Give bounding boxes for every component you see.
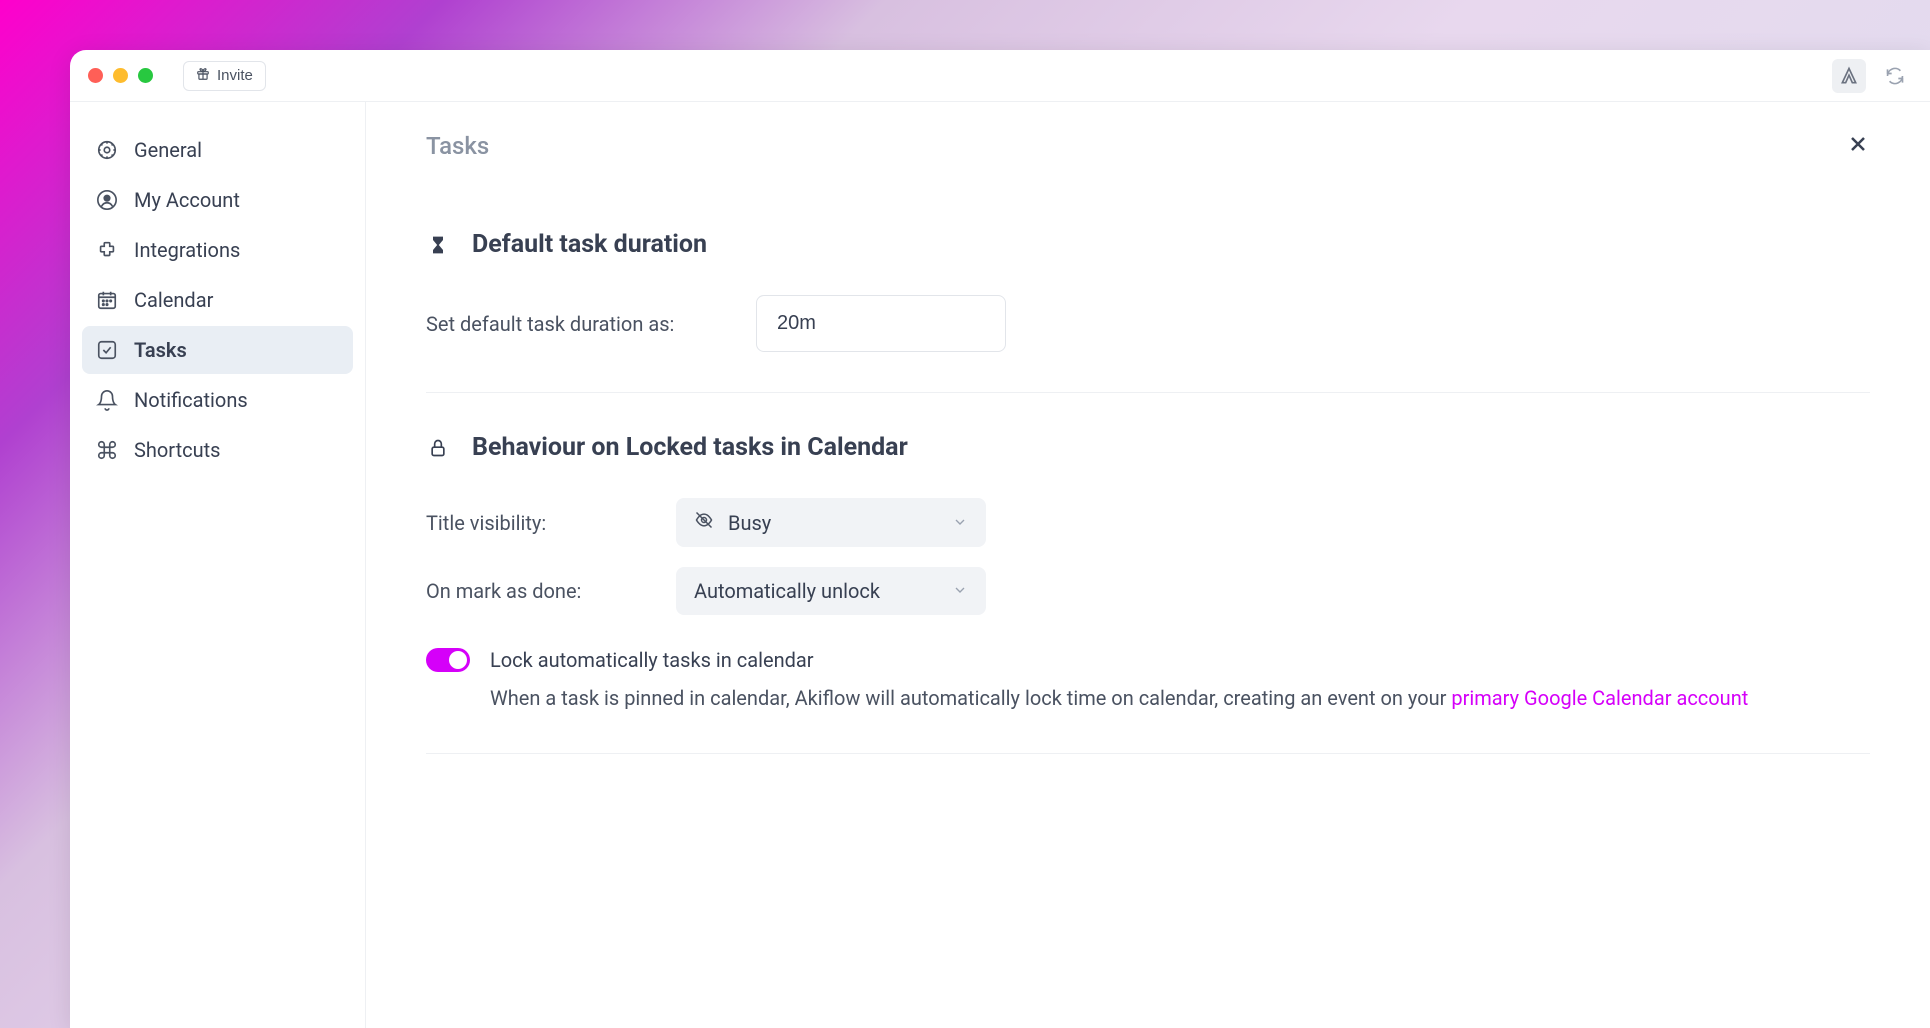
auto-lock-toggle[interactable]: [426, 648, 470, 672]
calendar-icon: [96, 289, 118, 311]
title-visibility-select[interactable]: Busy: [676, 498, 986, 547]
bell-icon: [96, 389, 118, 411]
user-circle-icon: [96, 189, 118, 211]
sidebar-item-label: My Account: [134, 188, 240, 212]
chevron-down-icon: [952, 511, 968, 535]
toggle-description: When a task is pinned in calendar, Akifl…: [490, 683, 1748, 713]
window-fullscreen-button[interactable]: [138, 68, 153, 83]
chevron-down-icon: [952, 579, 968, 603]
sidebar-item-label: Shortcuts: [134, 438, 220, 462]
app-logo-button[interactable]: [1832, 59, 1866, 93]
sidebar-item-label: Calendar: [134, 288, 213, 312]
primary-calendar-link[interactable]: primary Google Calendar account: [1451, 686, 1748, 710]
app-window: Invite General My Account: [70, 50, 1930, 1028]
page-title: Tasks: [426, 132, 489, 160]
gear-icon: [96, 139, 118, 161]
traffic-lights: [88, 68, 153, 83]
puzzle-icon: [96, 239, 118, 261]
checkbox-icon: [96, 339, 118, 361]
on-done-select[interactable]: Automatically unlock: [676, 567, 986, 615]
section-title-duration: Default task duration: [426, 230, 1870, 259]
sidebar-item-general[interactable]: General: [82, 126, 353, 174]
sidebar-item-integrations[interactable]: Integrations: [82, 226, 353, 274]
body: General My Account Integrations Calendar: [70, 102, 1930, 1028]
sidebar-item-shortcuts[interactable]: Shortcuts: [82, 426, 353, 474]
section-title-locked: Behaviour on Locked tasks in Calendar: [426, 433, 1870, 462]
titlebar-right: [1832, 59, 1912, 93]
title-visibility-row: Title visibility: Busy: [426, 498, 1870, 547]
window-minimize-button[interactable]: [113, 68, 128, 83]
invite-button[interactable]: Invite: [183, 61, 266, 91]
main-header: Tasks: [426, 132, 1870, 160]
sidebar-item-label: General: [134, 138, 202, 162]
main-content: Tasks Default task duration Set default …: [366, 102, 1930, 1028]
sidebar: General My Account Integrations Calendar: [70, 102, 366, 1028]
titlebar: Invite: [70, 50, 1930, 102]
toggle-title: Lock automatically tasks in calendar: [490, 645, 1748, 675]
sync-button[interactable]: [1878, 59, 1912, 93]
divider: [426, 392, 1870, 393]
title-visibility-value: Busy: [728, 511, 771, 535]
divider: [426, 753, 1870, 754]
toggle-desc-text: When a task is pinned in calendar, Akifl…: [490, 686, 1451, 710]
sidebar-item-notifications[interactable]: Notifications: [82, 376, 353, 424]
sidebar-item-label: Tasks: [134, 338, 187, 362]
hourglass-icon: [426, 233, 450, 257]
command-icon: [96, 439, 118, 461]
eye-off-icon: [694, 510, 714, 535]
duration-row: Set default task duration as:: [426, 295, 1870, 352]
sidebar-item-label: Integrations: [134, 238, 240, 262]
section-title-label: Default task duration: [472, 230, 707, 259]
invite-label: Invite: [217, 67, 253, 84]
duration-input[interactable]: [756, 295, 1006, 352]
sidebar-item-my-account[interactable]: My Account: [82, 176, 353, 224]
duration-label: Set default task duration as:: [426, 312, 756, 336]
lock-icon: [426, 436, 450, 460]
sidebar-item-tasks[interactable]: Tasks: [82, 326, 353, 374]
title-visibility-label: Title visibility:: [426, 511, 676, 535]
sidebar-item-calendar[interactable]: Calendar: [82, 276, 353, 324]
window-close-button[interactable]: [88, 68, 103, 83]
gift-icon: [196, 67, 210, 85]
on-done-row: On mark as done: Automatically unlock: [426, 567, 1870, 615]
section-title-label: Behaviour on Locked tasks in Calendar: [472, 433, 908, 462]
toggle-text: Lock automatically tasks in calendar Whe…: [490, 645, 1748, 713]
on-done-label: On mark as done:: [426, 579, 676, 603]
sidebar-item-label: Notifications: [134, 388, 248, 412]
on-done-value: Automatically unlock: [694, 579, 880, 603]
auto-lock-toggle-row: Lock automatically tasks in calendar Whe…: [426, 645, 1870, 713]
close-button[interactable]: [1846, 132, 1870, 160]
